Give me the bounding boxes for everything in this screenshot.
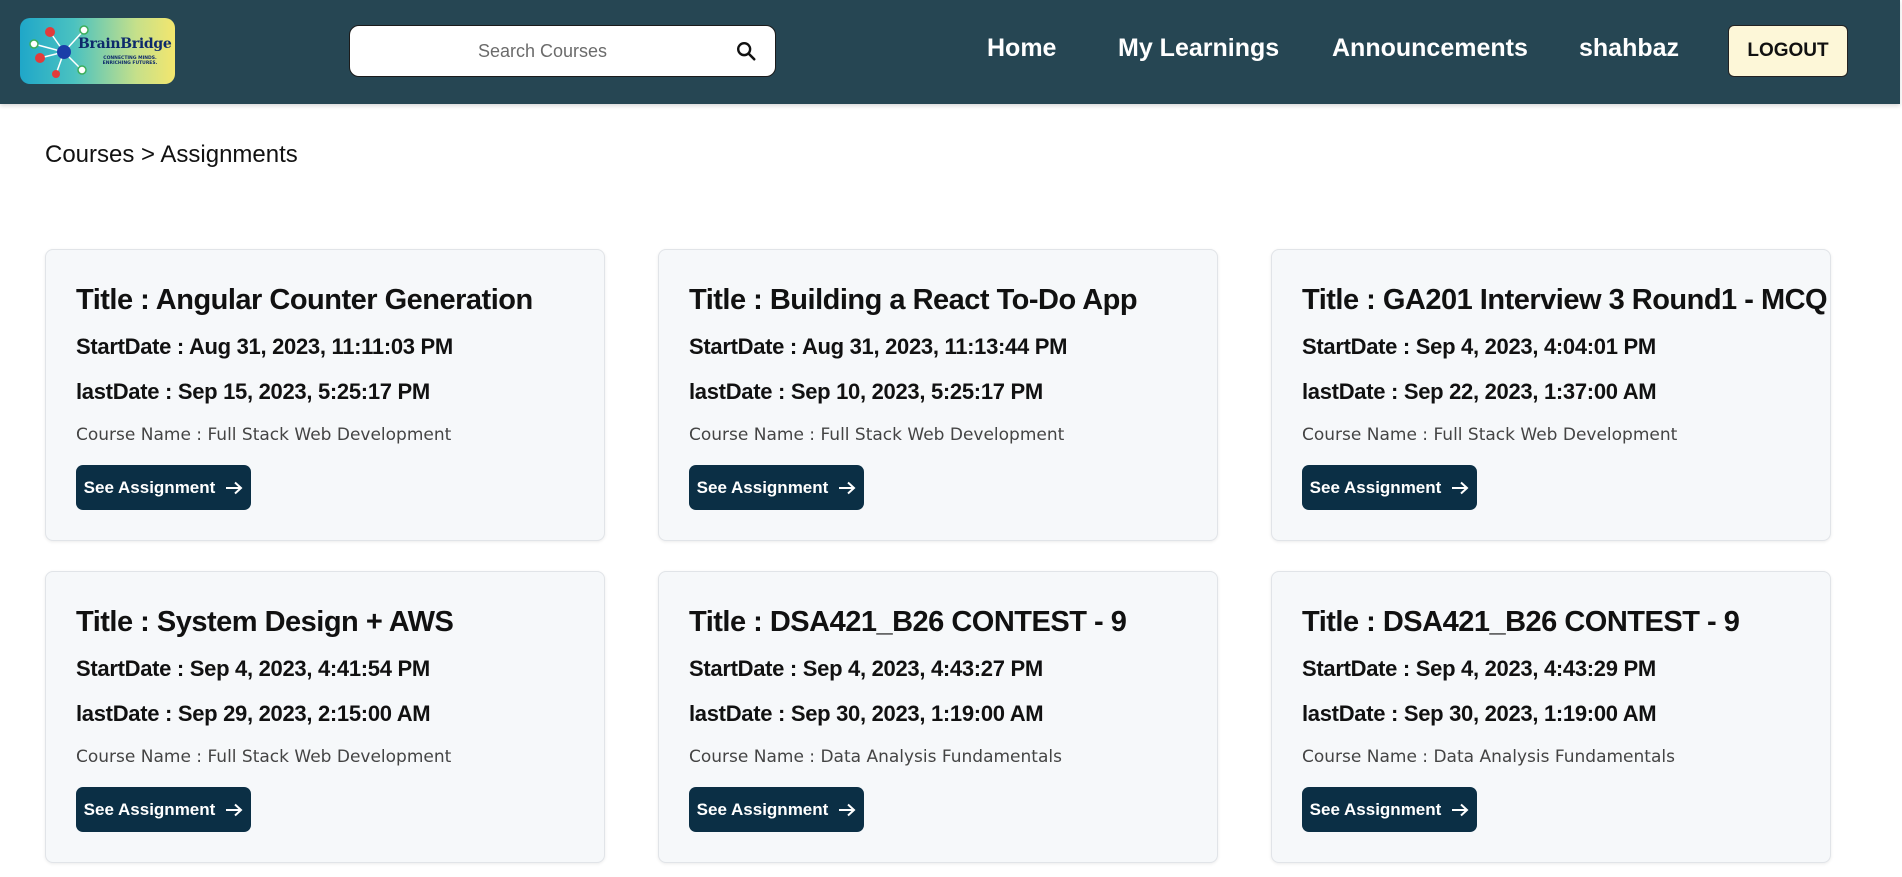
- nav-home[interactable]: Home: [987, 34, 1056, 63]
- assignment-card: Title : Angular Counter Generation Start…: [45, 249, 605, 541]
- nav-user-profile[interactable]: shahbaz: [1579, 34, 1679, 63]
- assignment-last-date: lastDate : Sep 22, 2023, 1:37:00 AM: [1302, 379, 1657, 404]
- see-assignment-label: See Assignment: [1309, 477, 1442, 497]
- arrow-right-icon: [1452, 481, 1469, 494]
- see-assignment-button[interactable]: See Assignment: [1302, 787, 1477, 832]
- logo-title: BrainBridge: [78, 36, 172, 52]
- see-assignment-label: See Assignment: [83, 477, 216, 497]
- logout-button[interactable]: LOGOUT: [1728, 25, 1848, 77]
- assignment-card: Title : DSA421_B26 CONTEST - 9 StartDate…: [658, 571, 1218, 863]
- assignment-start-date: StartDate : Aug 31, 2023, 11:13:44 PM: [689, 334, 1068, 359]
- assignment-card: Title : DSA421_B26 CONTEST - 9 StartDate…: [1271, 571, 1831, 863]
- assignment-last-date: lastDate : Sep 15, 2023, 5:25:17 PM: [76, 379, 430, 404]
- assignment-course-name: Course Name : Data Analysis Fundamentals: [1302, 747, 1675, 767]
- assignment-title: Title : DSA421_B26 CONTEST - 9: [1302, 606, 1740, 638]
- assignment-course-name: Course Name : Full Stack Web Development: [689, 425, 1065, 445]
- assignment-start-date: StartDate : Aug 31, 2023, 11:11:03 PM: [76, 334, 453, 359]
- assignment-course-name: Course Name : Full Stack Web Development: [76, 425, 452, 445]
- top-header: BrainBridge CONNECTING MINDS. ENRICHING …: [0, 0, 1900, 104]
- assignment-last-date: lastDate : Sep 10, 2023, 5:25:17 PM: [689, 379, 1043, 404]
- assignment-card: Title : Building a React To-Do App Start…: [658, 249, 1218, 541]
- assignment-last-date: lastDate : Sep 30, 2023, 1:19:00 AM: [689, 701, 1044, 726]
- assignment-card: Title : System Design + AWS StartDate : …: [45, 571, 605, 863]
- assignment-title: Title : GA201 Interview 3 Round1 - MCQ: [1302, 284, 1828, 316]
- arrow-right-icon: [1452, 803, 1469, 816]
- assignment-title: Title : System Design + AWS: [76, 606, 454, 638]
- search-icon[interactable]: [735, 40, 757, 62]
- assignment-title: Title : DSA421_B26 CONTEST - 9: [689, 606, 1127, 638]
- see-assignment-button[interactable]: See Assignment: [689, 465, 864, 510]
- see-assignment-label: See Assignment: [696, 799, 829, 819]
- nav-announcements[interactable]: Announcements: [1332, 34, 1528, 63]
- assignment-start-date: StartDate : Sep 4, 2023, 4:04:01 PM: [1302, 334, 1656, 359]
- see-assignment-button[interactable]: See Assignment: [1302, 465, 1477, 510]
- nav-my-learnings[interactable]: My Learnings: [1118, 34, 1279, 63]
- brainbridge-logo[interactable]: BrainBridge CONNECTING MINDS. ENRICHING …: [20, 18, 175, 84]
- assignment-start-date: StartDate : Sep 4, 2023, 4:43:29 PM: [1302, 656, 1656, 681]
- arrow-right-icon: [839, 481, 856, 494]
- assignment-last-date: lastDate : Sep 29, 2023, 2:15:00 AM: [76, 701, 431, 726]
- assignment-start-date: StartDate : Sep 4, 2023, 4:43:27 PM: [689, 656, 1043, 681]
- arrow-right-icon: [839, 803, 856, 816]
- assignment-course-name: Course Name : Data Analysis Fundamentals: [689, 747, 1062, 767]
- search-box: [349, 25, 776, 77]
- see-assignment-label: See Assignment: [696, 477, 829, 497]
- arrow-right-icon: [226, 803, 243, 816]
- see-assignment-button[interactable]: See Assignment: [76, 465, 251, 510]
- logo-tagline: CONNECTING MINDS. ENRICHING FUTURES.: [102, 56, 158, 66]
- see-assignment-label: See Assignment: [1309, 799, 1442, 819]
- search-input[interactable]: [350, 26, 775, 76]
- assignment-title: Title : Angular Counter Generation: [76, 284, 533, 316]
- assignment-start-date: StartDate : Sep 4, 2023, 4:41:54 PM: [76, 656, 430, 681]
- assignment-title: Title : Building a React To-Do App: [689, 284, 1138, 316]
- see-assignment-label: See Assignment: [83, 799, 216, 819]
- see-assignment-button[interactable]: See Assignment: [689, 787, 864, 832]
- assignment-last-date: lastDate : Sep 30, 2023, 1:19:00 AM: [1302, 701, 1657, 726]
- breadcrumb: Courses > Assignments: [45, 141, 298, 168]
- assignment-course-name: Course Name : Full Stack Web Development: [1302, 425, 1678, 445]
- see-assignment-button[interactable]: See Assignment: [76, 787, 251, 832]
- arrow-right-icon: [226, 481, 243, 494]
- assignment-card: Title : GA201 Interview 3 Round1 - MCQ S…: [1271, 249, 1831, 541]
- assignment-course-name: Course Name : Full Stack Web Development: [76, 747, 452, 767]
